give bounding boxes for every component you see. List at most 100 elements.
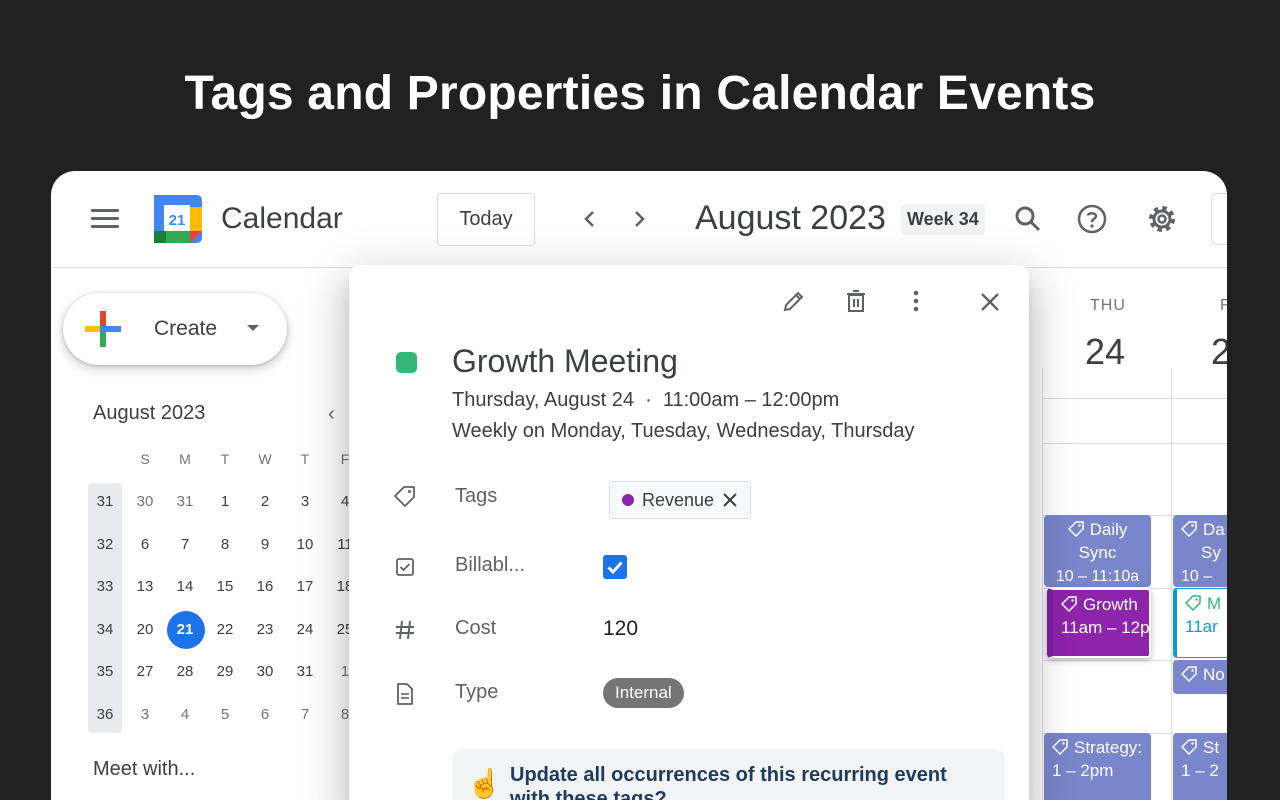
weekday-header: M bbox=[179, 451, 191, 467]
billable-checkbox[interactable] bbox=[603, 555, 627, 579]
mini-calendar-day[interactable]: 28 bbox=[165, 663, 205, 680]
check-icon bbox=[607, 561, 623, 575]
week-number[interactable]: 32 bbox=[85, 536, 125, 553]
week-number[interactable]: 35 bbox=[85, 663, 125, 680]
tag-icon bbox=[1181, 666, 1197, 682]
type-value-pill[interactable]: Internal bbox=[603, 678, 684, 708]
mini-calendar-day[interactable]: 24 bbox=[285, 621, 325, 638]
pointing-up-icon: ☝️ bbox=[467, 768, 502, 799]
weekday-header: T bbox=[220, 451, 230, 467]
mini-calendar-day[interactable]: 7 bbox=[165, 536, 205, 553]
event-daily-sync[interactable]: Daily Sync 10 – 11:10a bbox=[1044, 515, 1151, 587]
mini-calendar-day[interactable]: 20 bbox=[125, 621, 165, 638]
next-week-icon[interactable] bbox=[627, 207, 651, 231]
mini-calendar-day[interactable]: 15 bbox=[205, 578, 245, 595]
mini-calendar-day[interactable]: 13 bbox=[125, 578, 165, 595]
mini-calendar-title: August 2023 bbox=[93, 402, 206, 424]
week-number-column bbox=[88, 483, 122, 733]
mini-calendar-day[interactable]: 6 bbox=[245, 706, 285, 723]
cost-label: Cost bbox=[455, 617, 497, 639]
settings-gear-icon[interactable] bbox=[1146, 203, 1178, 235]
plus-icon bbox=[85, 311, 121, 347]
tag-outline-icon bbox=[394, 486, 415, 507]
more-options-icon[interactable] bbox=[903, 288, 929, 314]
cost-value[interactable]: 120 bbox=[603, 617, 638, 641]
mini-calendar-day[interactable]: 8 bbox=[205, 536, 245, 553]
week-number[interactable]: 33 bbox=[85, 578, 125, 595]
event-color-swatch bbox=[396, 352, 417, 373]
tag-icon bbox=[1181, 739, 1197, 755]
tag-icon bbox=[1185, 595, 1201, 611]
day-number-24[interactable]: 24 bbox=[1085, 331, 1125, 373]
mini-calendar-day[interactable]: 14 bbox=[165, 578, 205, 595]
mini-calendar-day[interactable]: 27 bbox=[125, 663, 165, 680]
document-icon bbox=[397, 683, 413, 705]
event-strategy-fri[interactable]: St 1 – 2 bbox=[1173, 733, 1227, 800]
meet-with-heading: Meet with... bbox=[93, 758, 196, 780]
weekday-header: W bbox=[258, 451, 272, 467]
mini-calendar-day[interactable]: 1 bbox=[205, 493, 245, 510]
mini-calendar-day[interactable]: 21 bbox=[165, 621, 205, 638]
mini-calendar-day[interactable]: 17 bbox=[285, 578, 325, 595]
tags-label: Tags bbox=[455, 485, 498, 507]
mini-calendar-day[interactable]: 3 bbox=[125, 706, 165, 723]
event-m-fri[interactable]: M 11ar bbox=[1173, 588, 1227, 658]
delete-trash-icon[interactable] bbox=[843, 288, 869, 314]
mini-calendar-day[interactable]: 16 bbox=[245, 578, 285, 595]
week-number[interactable]: 34 bbox=[85, 621, 125, 638]
billable-label: Billabl... bbox=[455, 554, 526, 576]
weekday-header: S bbox=[140, 451, 150, 467]
mini-calendar-day[interactable]: 31 bbox=[165, 493, 205, 510]
recurring-update-notice: ☝️ Update all occurrences of this recurr… bbox=[453, 749, 1005, 800]
mini-calendar-day[interactable]: 22 bbox=[205, 621, 245, 638]
weekday-header: T bbox=[300, 451, 310, 467]
help-icon[interactable] bbox=[1076, 203, 1108, 235]
mini-calendar-day[interactable]: 9 bbox=[245, 536, 285, 553]
mini-calendar-day[interactable]: 7 bbox=[285, 706, 325, 723]
remove-tag-icon[interactable] bbox=[722, 492, 738, 508]
create-label: Create bbox=[154, 317, 218, 340]
mini-calendar-day[interactable]: 6 bbox=[125, 536, 165, 553]
mini-calendar-day[interactable]: 31 bbox=[285, 663, 325, 680]
event-recurrence: Weekly on Monday, Tuesday, Wednesday, Th… bbox=[452, 420, 915, 442]
tag-icon bbox=[1181, 521, 1197, 537]
create-button[interactable]: Create bbox=[63, 293, 287, 365]
page-headline: Tags and Properties in Calendar Events bbox=[184, 67, 1096, 120]
mini-calendar-day[interactable]: 2 bbox=[245, 493, 285, 510]
mini-calendar-prev-icon[interactable]: ‹ bbox=[328, 403, 335, 426]
week-number[interactable]: 36 bbox=[85, 706, 125, 723]
week-grid: THU 24 F 2 Daily Sync 10 – 11:10a Da Sy … bbox=[1011, 268, 1227, 800]
tag-icon bbox=[1052, 739, 1068, 755]
event-daily-sync-fri[interactable]: Da Sy 10 – bbox=[1173, 515, 1227, 587]
close-icon[interactable] bbox=[977, 289, 1003, 315]
checkbox-outline-icon bbox=[396, 558, 414, 576]
current-month-title: August 2023 bbox=[695, 199, 886, 237]
event-title: Growth Meeting bbox=[452, 343, 678, 379]
mini-calendar-day[interactable]: 30 bbox=[245, 663, 285, 680]
tag-color-dot bbox=[622, 494, 634, 506]
mini-calendar-day[interactable]: 4 bbox=[165, 706, 205, 723]
tag-chip-label: Revenue bbox=[642, 489, 715, 510]
mini-calendar-day[interactable]: 23 bbox=[245, 621, 285, 638]
search-icon[interactable] bbox=[1012, 203, 1044, 235]
event-no-fri[interactable]: No bbox=[1173, 660, 1227, 694]
edit-pencil-icon[interactable] bbox=[781, 288, 807, 314]
event-strategy[interactable]: Strategy: 1 – 2pm bbox=[1044, 733, 1151, 800]
week-number[interactable]: 31 bbox=[85, 493, 125, 510]
tag-icon bbox=[1061, 596, 1077, 612]
mini-calendar-day[interactable]: 10 bbox=[285, 536, 325, 553]
mini-calendar-day[interactable]: 3 bbox=[285, 493, 325, 510]
mini-calendar-day[interactable]: 5 bbox=[205, 706, 245, 723]
event-growth-meeting[interactable]: Growth 11am – 12p bbox=[1047, 588, 1151, 658]
notice-text: Update all occurrences of this recurring… bbox=[510, 764, 947, 800]
mini-calendar-day[interactable]: 29 bbox=[205, 663, 245, 680]
week-number-badge: Week 34 bbox=[901, 204, 985, 235]
day-number-25[interactable]: 2 bbox=[1211, 331, 1227, 373]
tag-chip-revenue[interactable]: Revenue bbox=[609, 481, 752, 519]
mini-calendar-day[interactable]: 30 bbox=[125, 493, 165, 510]
previous-week-icon[interactable] bbox=[578, 207, 602, 231]
view-switcher-button[interactable] bbox=[1211, 193, 1227, 245]
main-menu-icon[interactable] bbox=[91, 209, 119, 229]
event-details-popup: Growth Meeting Thursday, August 24 · 11:… bbox=[349, 265, 1029, 800]
today-button[interactable]: Today bbox=[437, 193, 535, 246]
